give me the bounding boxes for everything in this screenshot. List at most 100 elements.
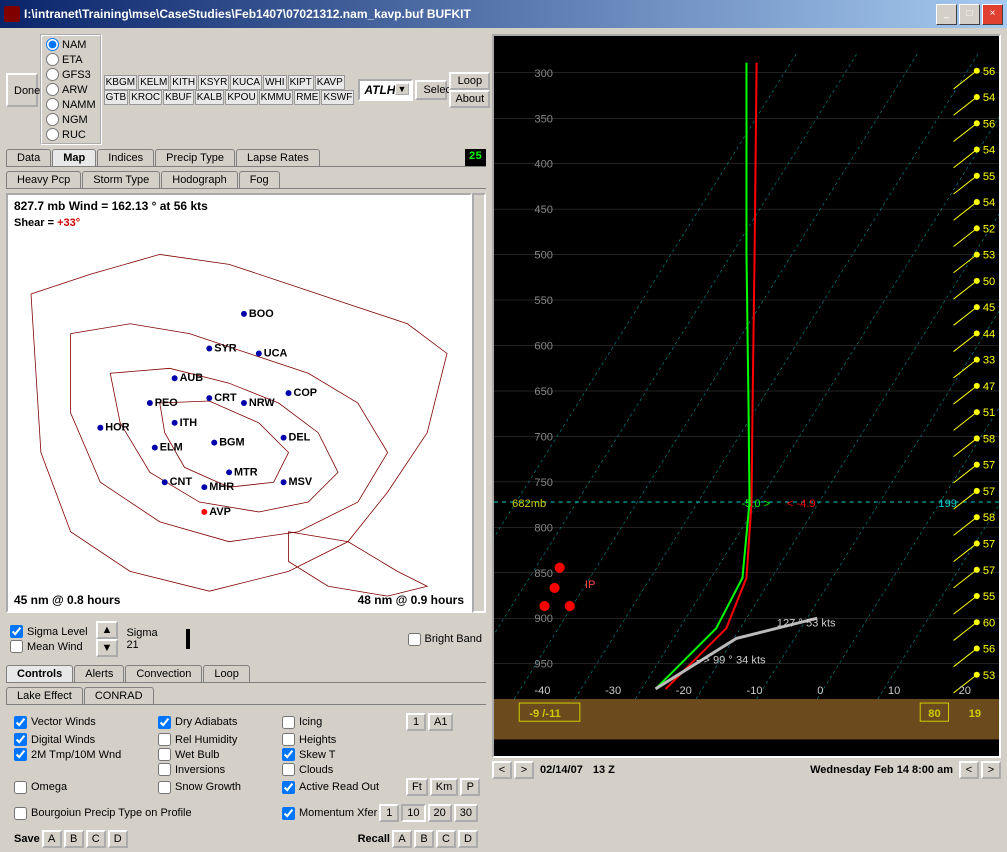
map-point-uca[interactable] — [256, 351, 262, 357]
station-kbgm[interactable]: KBGM — [104, 75, 137, 90]
sigma-up-button[interactable]: ▲ — [96, 621, 119, 639]
map-point-mhr[interactable] — [201, 484, 207, 490]
map-panel[interactable]: 827.7 mb Wind = 162.13 ° at 56 kts Shear… — [6, 193, 472, 613]
inversions-check[interactable]: Inversions — [158, 763, 278, 776]
station-kelm[interactable]: KELM — [138, 75, 169, 90]
snow-growth-check[interactable]: Snow Growth — [158, 778, 278, 796]
tab-indices[interactable]: Indices — [97, 149, 154, 166]
station-kbuf[interactable]: KBUF — [163, 90, 194, 105]
mean-wind-check[interactable]: Mean Wind — [10, 640, 88, 653]
skewt-panel[interactable]: 5654565455545253504544334751585757585757… — [492, 34, 1001, 758]
select-button[interactable]: Select — [415, 80, 447, 100]
map-point-nrw[interactable] — [241, 400, 247, 406]
station-kuca[interactable]: KUCA — [230, 75, 262, 90]
close-button[interactable]: × — [982, 4, 1003, 25]
bourgoin-check[interactable]: Bourgoiun Precip Type on Profile — [14, 807, 192, 820]
mom-10[interactable]: 10 — [401, 804, 425, 822]
save-a[interactable]: A — [42, 830, 62, 848]
sigma-down-button[interactable]: ▼ — [96, 639, 119, 657]
map-point-ith[interactable] — [172, 420, 178, 426]
radio-namm[interactable]: NAMM — [46, 98, 96, 111]
recall-b[interactable]: B — [414, 830, 434, 848]
station-kswf[interactable]: KSWF — [321, 90, 354, 105]
map-point-crt[interactable] — [206, 395, 212, 401]
radio-eta[interactable]: ETA — [46, 53, 83, 66]
2m-tmp-check[interactable]: 2M Tmp/10M Wnd — [14, 748, 154, 761]
map-point-peo[interactable] — [147, 400, 153, 406]
tab-conrad[interactable]: CONRAD — [84, 687, 154, 704]
tab-hodograph[interactable]: Hodograph — [161, 171, 237, 188]
station-dropdown[interactable]: ATLH — [358, 79, 413, 101]
map-point-del[interactable] — [281, 435, 287, 441]
tab-precip-type[interactable]: Precip Type — [155, 149, 235, 166]
scroll-right-button[interactable]: > — [514, 761, 534, 779]
station-kmmu[interactable]: KMMU — [259, 90, 294, 105]
station-ksyr[interactable]: KSYR — [198, 75, 229, 90]
omega-check[interactable]: Omega — [14, 778, 154, 796]
icing-check[interactable]: Icing — [282, 713, 402, 731]
station-kpou[interactable]: KPOU — [225, 90, 257, 105]
rel-humidity-check[interactable]: Rel Humidity — [158, 733, 278, 746]
scroll-right2-button[interactable]: > — [981, 761, 1001, 779]
station-kipt[interactable]: KIPT — [288, 75, 314, 90]
clouds-check[interactable]: Clouds — [282, 763, 402, 776]
radio-gfs3[interactable]: GFS3 — [46, 68, 91, 81]
bright-band-check[interactable]: Bright Band — [408, 633, 482, 646]
minimize-button[interactable]: _ — [936, 4, 957, 25]
save-c[interactable]: C — [86, 830, 106, 848]
tab-fog[interactable]: Fog — [239, 171, 280, 188]
vector-winds-check[interactable]: Vector Winds — [14, 713, 154, 731]
map-point-elm[interactable] — [152, 445, 158, 451]
radio-nam[interactable]: NAM — [46, 38, 86, 51]
btn-ft[interactable]: Ft — [406, 778, 428, 796]
recall-c[interactable]: C — [436, 830, 456, 848]
tab-storm-type[interactable]: Storm Type — [82, 171, 160, 188]
map-point-aub[interactable] — [172, 375, 178, 381]
map-point-avp[interactable] — [201, 509, 207, 515]
tab-alerts[interactable]: Alerts — [74, 665, 124, 682]
tab-map[interactable]: Map — [52, 149, 96, 166]
tab-data[interactable]: Data — [6, 149, 51, 166]
station-kith[interactable]: KITH — [170, 75, 197, 90]
skewt-check[interactable]: Skew T — [282, 748, 402, 761]
station-kroc[interactable]: KROC — [129, 90, 162, 105]
mom-1[interactable]: 1 — [379, 804, 399, 822]
active-readout-check[interactable]: Active Read Out — [282, 778, 402, 796]
tab-convection[interactable]: Convection — [125, 665, 202, 682]
map-point-cop[interactable] — [286, 390, 292, 396]
mom-20[interactable]: 20 — [428, 804, 452, 822]
momentum-xfer-check[interactable]: Momentum Xfer — [282, 807, 377, 820]
map-point-boo[interactable] — [241, 311, 247, 317]
tab-loop[interactable]: Loop — [203, 665, 249, 682]
digital-winds-check[interactable]: Digital Winds — [14, 733, 154, 746]
mom-30[interactable]: 30 — [454, 804, 478, 822]
sigma-level-check[interactable]: Sigma Level — [10, 625, 88, 638]
save-d[interactable]: D — [108, 830, 128, 848]
radio-ruc[interactable]: RUC — [46, 128, 86, 141]
tab-lapse-rates[interactable]: Lapse Rates — [236, 149, 320, 166]
sigma-slider-thumb[interactable] — [186, 629, 190, 649]
radio-ngm[interactable]: NGM — [46, 113, 88, 126]
tab-heavy-pcp[interactable]: Heavy Pcp — [6, 171, 81, 188]
station-kalb[interactable]: KALB — [195, 90, 225, 105]
tab-lake-effect[interactable]: Lake Effect — [6, 687, 83, 704]
about-button[interactable]: About — [449, 90, 490, 108]
radio-arw[interactable]: ARW — [46, 83, 87, 96]
map-point-mtr[interactable] — [226, 469, 232, 475]
scroll-left-button[interactable]: < — [492, 761, 512, 779]
btn-1[interactable]: 1 — [406, 713, 426, 731]
done-button[interactable]: Done — [6, 73, 38, 107]
heights-check[interactable]: Heights — [282, 733, 402, 746]
map-point-bgm[interactable] — [211, 440, 217, 446]
recall-d[interactable]: D — [458, 830, 478, 848]
station-gtb[interactable]: GTB — [104, 90, 129, 105]
map-point-hor[interactable] — [97, 425, 103, 431]
map-point-cnt[interactable] — [162, 479, 168, 485]
loop-button[interactable]: Loop — [449, 72, 490, 90]
wet-bulb-check[interactable]: Wet Bulb — [158, 748, 278, 761]
btn-p[interactable]: P — [460, 778, 480, 796]
map-point-syr[interactable] — [206, 346, 212, 352]
map-point-msv[interactable] — [281, 479, 287, 485]
maximize-button[interactable]: □ — [959, 4, 980, 25]
tab-controls[interactable]: Controls — [6, 665, 73, 682]
